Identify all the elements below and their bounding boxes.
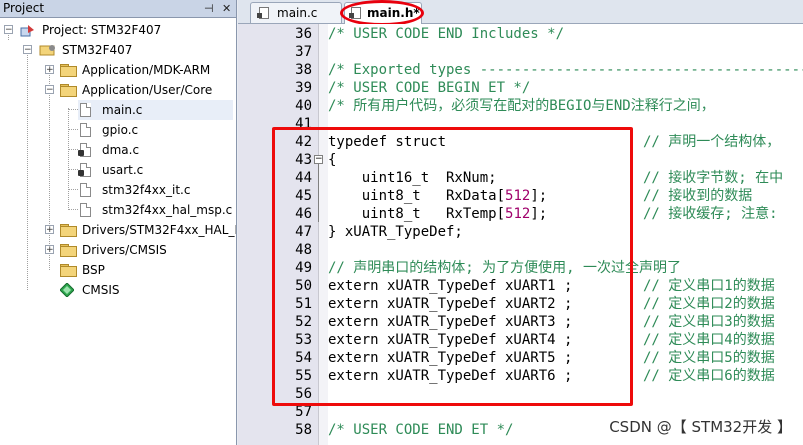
tree-item-label: Drivers/STM32F4xx_HAL_Driv xyxy=(82,223,236,237)
line-number: 37 xyxy=(295,44,312,60)
expand-icon[interactable]: + xyxy=(45,225,54,235)
tree-item-label: stm32f4xx_it.c xyxy=(102,183,191,197)
trailing-comment: // 定义串口1的数据 xyxy=(643,278,775,294)
tab-label: main.c xyxy=(277,6,318,20)
code-line: /* Exported types ----------------------… xyxy=(328,62,803,78)
c-file-key-icon xyxy=(78,143,91,157)
close-icon[interactable]: ✕ xyxy=(222,0,231,17)
collapse-icon[interactable]: − xyxy=(4,25,13,35)
code-line: /* USER CODE END Includes */ xyxy=(328,26,565,42)
tab-highlight-oval xyxy=(340,0,424,26)
project-panel-title: Project xyxy=(3,1,45,15)
code-line: /* 所有用户代码，必须写在配对的BEGIO与END注释行之间， xyxy=(328,98,715,114)
cmsis-diamond-icon xyxy=(59,282,75,298)
trailing-comment: // 接收缓存; 注意: xyxy=(643,206,778,222)
tree-item-label: CMSIS xyxy=(82,283,120,297)
trailing-comment: // 接收到的数据 xyxy=(643,188,753,204)
line-number: 58 xyxy=(295,422,312,438)
tree-item-label: stm32f4xx_hal_msp.c xyxy=(102,203,233,217)
watermark: CSDN @【 STM32开发 】 xyxy=(606,416,795,437)
code-line: /* USER CODE END ET */ xyxy=(328,422,514,438)
folder-icon xyxy=(60,264,77,277)
trailing-comment: // 定义串口6的数据 xyxy=(643,368,775,384)
c-file-icon xyxy=(80,183,91,197)
tree-item-label: STM32F407 xyxy=(62,43,133,57)
trailing-comment: // 定义串口4的数据 xyxy=(643,332,775,348)
folder-icon xyxy=(60,244,77,257)
trailing-comment: // 定义串口2的数据 xyxy=(643,296,775,312)
c-file-icon xyxy=(257,7,269,19)
trailing-comment: // 定义串口5的数据 xyxy=(643,350,775,366)
code-line: /* USER CODE BEGIN ET */ xyxy=(328,80,531,96)
tree-item-label: Drivers/CMSIS xyxy=(82,243,167,257)
c-file-icon xyxy=(80,123,91,137)
line-number: 40 xyxy=(295,98,312,114)
line-number: 39 xyxy=(295,80,312,96)
line-number: 36 xyxy=(295,26,312,42)
tree-item-label: gpio.c xyxy=(102,123,139,137)
collapse-icon[interactable]: − xyxy=(23,45,32,55)
tree-item-label: Application/User/Core xyxy=(82,83,213,97)
editor-tab-bar: main.c main.h* xyxy=(238,0,803,24)
trailing-comment: // 接收字节数; 在中 xyxy=(643,170,784,186)
c-file-key-icon xyxy=(78,163,91,177)
project-panel-header: Project ⊣ ✕ xyxy=(0,0,236,18)
code-highlight-box xyxy=(272,127,633,406)
project-icon xyxy=(20,23,36,37)
tree-item-label: BSP xyxy=(82,263,105,277)
tree-item-label: Project: STM32F407 xyxy=(42,23,162,37)
expand-icon[interactable]: + xyxy=(45,65,54,75)
target-folder-icon xyxy=(39,43,57,57)
pin-icon[interactable]: ⊣ xyxy=(204,0,214,17)
tree-item-label: usart.c xyxy=(102,163,144,177)
trailing-comment: // 定义串口3的数据 xyxy=(643,314,775,330)
folder-icon xyxy=(60,64,77,77)
expand-icon[interactable]: + xyxy=(45,245,54,255)
tree-item-label: main.c xyxy=(102,103,143,117)
tree-item-file-main-c[interactable]: main.c xyxy=(78,100,233,120)
tree-item-label: Application/MDK-ARM xyxy=(82,63,211,77)
folder-icon xyxy=(60,224,77,237)
c-file-icon xyxy=(80,103,91,117)
tab-main-c[interactable]: main.c xyxy=(250,2,342,23)
collapse-icon[interactable]: − xyxy=(45,85,54,95)
line-number: 38 xyxy=(295,62,312,78)
c-file-icon xyxy=(80,203,91,217)
tree-item-label: dma.c xyxy=(102,143,140,157)
project-panel: Project ⊣ ✕ − Project: STM32F407 − STM32… xyxy=(0,0,237,445)
project-tree: − Project: STM32F407 − STM32F407 + Appli… xyxy=(0,18,236,445)
folder-open-icon xyxy=(60,84,77,97)
trailing-comment: // 声明一个结构体， xyxy=(643,134,781,150)
